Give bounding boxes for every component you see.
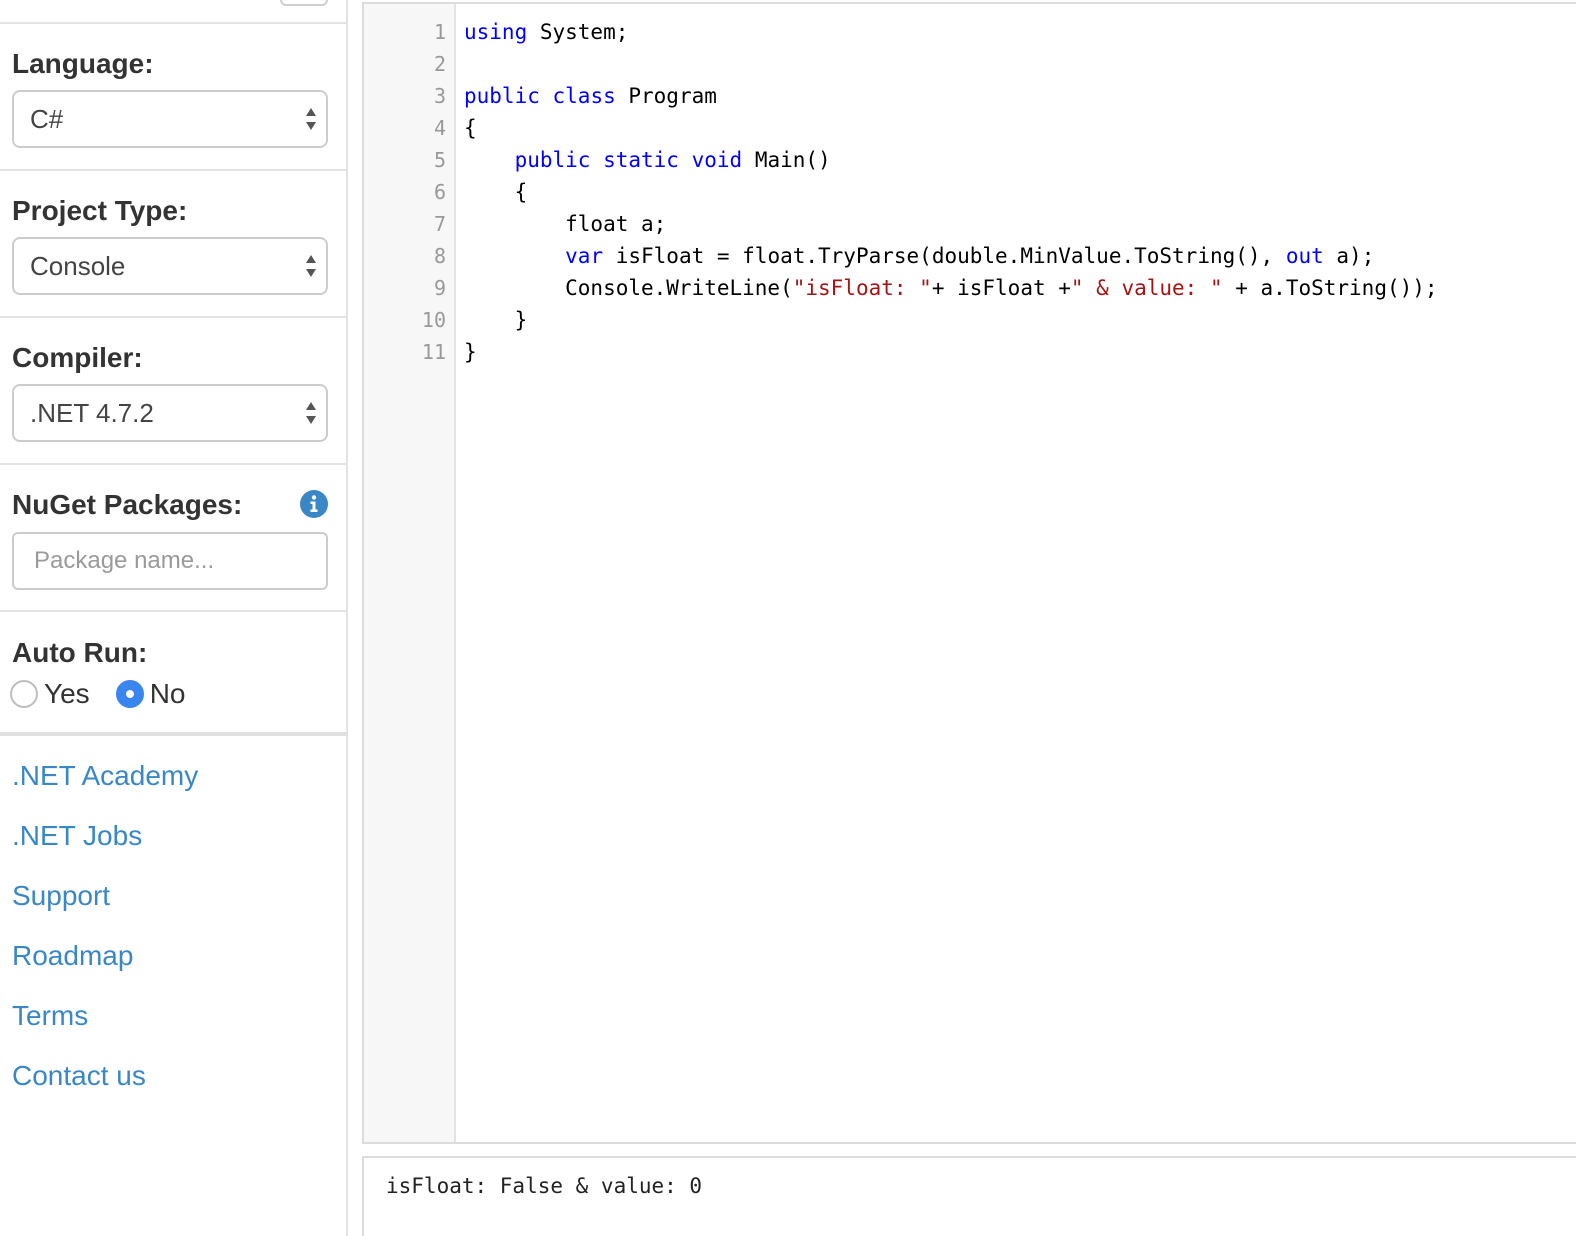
code-token: { xyxy=(464,180,528,204)
line-number: 5 xyxy=(433,148,446,172)
code-line: { xyxy=(464,112,477,144)
line-number: 2 xyxy=(433,52,446,76)
line-number: 3 xyxy=(433,84,446,108)
code-keyword: var xyxy=(565,244,604,268)
nuget-package-search-input[interactable] xyxy=(12,532,328,590)
code-keyword: public xyxy=(464,84,540,108)
code-editor[interactable]: 1 2 3 4 5 6 7 8 9 10 11 using System; public class … xyxy=(362,2,1576,1144)
link-support[interactable]: Support xyxy=(12,876,198,936)
auto-run-yes-label: Yes xyxy=(44,678,90,709)
code-token: float a; xyxy=(464,212,667,236)
link-net-jobs[interactable]: .NET Jobs xyxy=(12,816,198,876)
code-line: Console.WriteLine("isFloat: "+ isFloat +… xyxy=(464,272,1438,304)
code-line: { xyxy=(464,176,528,208)
line-number: 11 xyxy=(421,340,446,364)
code-token: } xyxy=(464,340,477,364)
code-token: } xyxy=(464,308,528,332)
line-number: 6 xyxy=(433,180,446,204)
language-label: Language: xyxy=(12,48,154,79)
line-number: 4 xyxy=(433,116,446,140)
project-type-select[interactable]: Console xyxy=(12,237,328,295)
auto-run-yes-radio[interactable]: Yes xyxy=(10,678,90,710)
project-type-select-value: Console xyxy=(30,250,126,281)
code-line: float a; xyxy=(464,208,666,240)
link-terms[interactable]: Terms xyxy=(12,996,198,1056)
divider xyxy=(0,316,348,318)
code-keyword: void xyxy=(691,148,743,172)
divider xyxy=(0,463,348,465)
select-arrows-icon xyxy=(306,108,316,130)
auto-run-label: Auto Run: xyxy=(12,637,148,668)
line-number: 8 xyxy=(433,244,446,268)
link-roadmap[interactable]: Roadmap xyxy=(12,936,198,996)
code-line: public static void Main() xyxy=(464,144,831,176)
code-keyword: static xyxy=(603,148,679,172)
project-type-label: Project Type: xyxy=(12,195,188,226)
code-keyword: public xyxy=(514,148,591,172)
footer-links: .NET Academy .NET Jobs Support Roadmap T… xyxy=(12,756,198,1116)
code-token: isFloat = float.TryParse(double.MinValue… xyxy=(603,244,1286,268)
info-icon[interactable] xyxy=(300,490,328,518)
compiler-select[interactable]: .NET 4.7.2 xyxy=(12,384,328,442)
code-line: using System; xyxy=(464,16,628,48)
code-token: + a.ToString()); xyxy=(1222,276,1438,300)
code-token: a); xyxy=(1323,244,1375,268)
line-number: 9 xyxy=(433,276,446,300)
auto-run-no-label: No xyxy=(149,678,186,709)
code-keyword: out xyxy=(1285,244,1324,268)
collapsed-control[interactable] xyxy=(280,0,328,6)
divider xyxy=(0,610,348,612)
divider xyxy=(0,22,348,24)
nuget-packages-label: NuGet Packages: xyxy=(12,489,243,520)
line-number: 10 xyxy=(421,308,446,332)
divider xyxy=(0,732,348,736)
radio-unchecked-icon[interactable] xyxy=(10,680,38,708)
output-panel: isFloat: False & value: 0 xyxy=(362,1156,1576,1236)
language-select-value: C# xyxy=(30,103,64,134)
line-number: 1 xyxy=(433,20,446,44)
line-number-gutter: 1 2 3 4 5 6 7 8 9 10 11 xyxy=(364,4,456,1142)
link-contact-us[interactable]: Contact us xyxy=(12,1056,198,1116)
code-keyword: using xyxy=(464,20,528,44)
code-line: public class Program xyxy=(464,80,717,112)
code-keyword: class xyxy=(552,84,616,108)
code-token: System; xyxy=(527,20,629,44)
code-string: "isFloat: " xyxy=(792,276,932,300)
code-line: } xyxy=(464,304,528,336)
link-net-academy[interactable]: .NET Academy xyxy=(12,756,198,816)
code-token: Main() xyxy=(742,148,831,172)
compiler-label: Compiler: xyxy=(12,342,143,373)
divider xyxy=(0,169,348,171)
code-token: + isFloat + xyxy=(931,276,1071,300)
compiler-select-value: .NET 4.7.2 xyxy=(30,397,154,428)
select-arrows-icon xyxy=(306,402,316,424)
output-text: isFloat: False & value: 0 xyxy=(386,1174,703,1198)
auto-run-no-radio[interactable]: No xyxy=(115,678,186,710)
code-line: var isFloat = float.TryParse(double.MinV… xyxy=(464,240,1374,272)
code-string: " & value: " xyxy=(1070,276,1223,300)
code-token: Program xyxy=(615,84,717,108)
select-arrows-icon xyxy=(306,255,316,277)
radio-checked-icon[interactable] xyxy=(115,680,144,708)
line-number: 7 xyxy=(433,212,446,236)
code-token: Console.WriteLine( xyxy=(464,276,793,300)
language-select[interactable]: C# xyxy=(12,90,328,148)
sidebar: Language: C# Project Type: Console Compi… xyxy=(0,0,348,1236)
code-line: } xyxy=(464,336,477,368)
code-token: { xyxy=(464,116,477,140)
auto-run-radio-group: Yes No xyxy=(10,676,211,712)
